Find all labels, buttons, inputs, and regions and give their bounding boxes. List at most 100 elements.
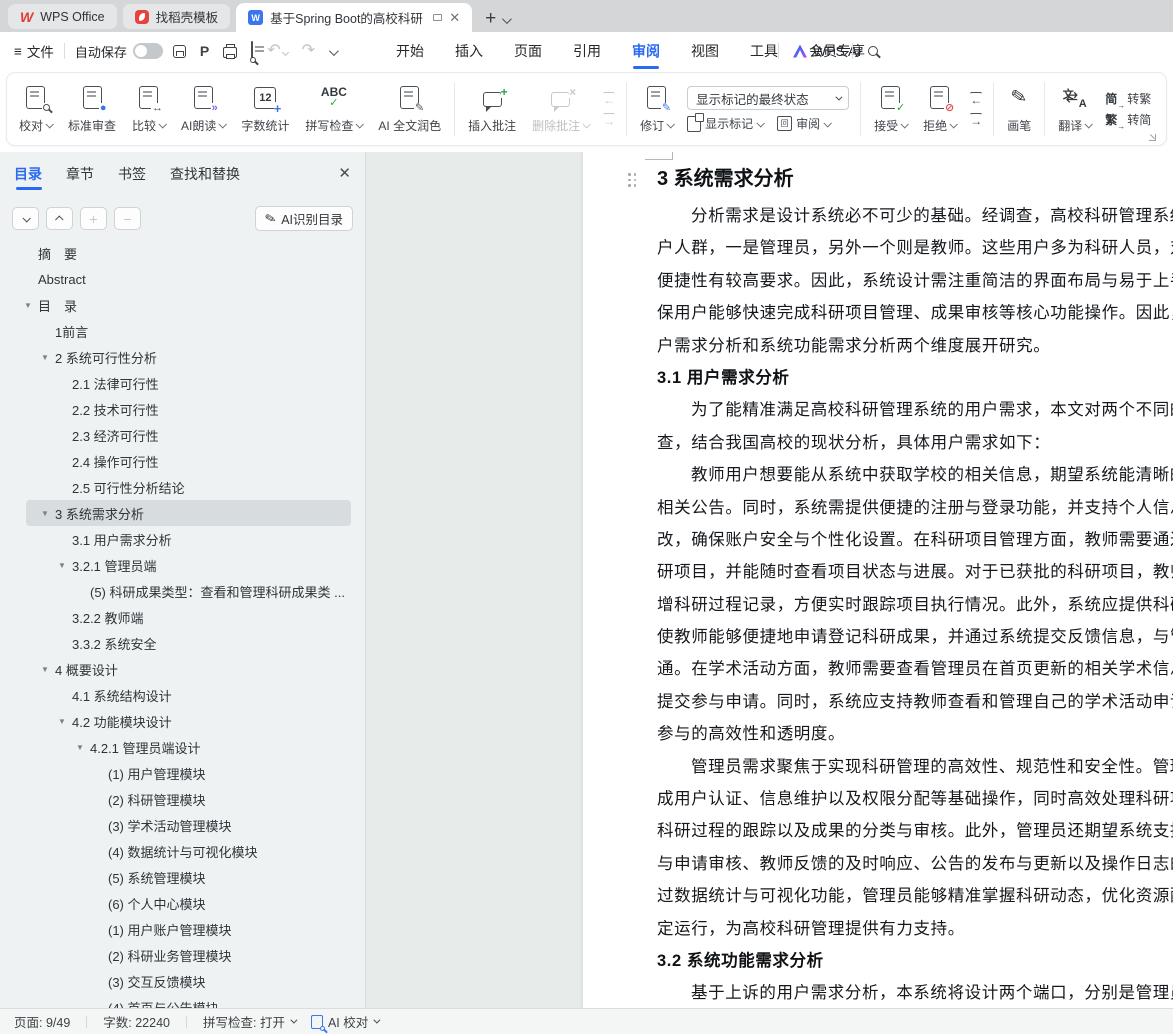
menu-item-6[interactable]: 工具 xyxy=(748,32,780,70)
ai-polish-button[interactable]: ✎ AI 全文润色 xyxy=(370,81,449,138)
window-mode-icon[interactable] xyxy=(433,14,443,21)
document-text-line[interactable]: 为了能精准满足高校科研管理系统的用户需求，本文对两个不同的用 xyxy=(657,394,1173,426)
file-menu-button[interactable]: ≡ 文件 xyxy=(14,41,54,61)
document-text-line[interactable]: 定运行，为高校科研管理提供有力支持。 xyxy=(657,913,1173,945)
sidebar-tab-1[interactable]: 章节 xyxy=(66,164,94,190)
toc-item[interactable]: (5) 系统管理模块 xyxy=(26,864,351,890)
document-page[interactable]: 3 系统需求分析 分析需求是设计系统必不可少的基础。经调查，高校科研管理系统主 户人… xyxy=(583,152,1173,1008)
undo-button[interactable]: ↶ xyxy=(267,42,289,60)
document-text-line[interactable]: 查，结合我国高校的现状分析，具体用户需求如下： xyxy=(657,427,1173,459)
toc-item[interactable]: 2.3 经济可行性 xyxy=(26,422,351,448)
insert-comment-button[interactable]: + 插入批注 xyxy=(460,81,524,138)
sidebar-tab-2[interactable]: 书签 xyxy=(118,164,146,190)
simplified-to-traditional-button[interactable]: 简 转繁 xyxy=(1105,90,1151,110)
toc-item[interactable]: ▼ 目 录 xyxy=(24,292,351,318)
menu-item-4[interactable]: 审阅 xyxy=(630,32,662,70)
menu-item-3[interactable]: 引用 xyxy=(571,32,603,70)
caret-down-icon[interactable]: ▼ xyxy=(24,301,32,310)
reject-change-button[interactable]: ⊘ 拒绝 xyxy=(915,81,964,138)
ai-recognize-toc-button[interactable]: ✎ AI识别目录 xyxy=(255,206,353,231)
toc-item[interactable]: ▼ 3.2.1 管理员端 xyxy=(26,552,351,578)
proofread-button[interactable]: 校对 xyxy=(11,81,60,138)
toc-item[interactable]: ▼ 4.2.1 管理员端设计 xyxy=(26,734,351,760)
ink-brush-button[interactable]: ✎ 画笔 xyxy=(999,81,1039,138)
page-indicator[interactable]: 页面: 9/49 xyxy=(14,1012,70,1031)
document-text-line[interactable]: 过数据统计与可视化功能，管理员能够精准掌握科研动态，优化资源配置 xyxy=(657,880,1173,912)
toc-item[interactable]: 3.3.2 系统安全 xyxy=(26,630,351,656)
document-text-line[interactable]: 分析需求是设计系统必不可少的基础。经调查，高校科研管理系统主 xyxy=(657,200,1173,232)
caret-down-icon[interactable]: ▼ xyxy=(58,717,66,726)
spell-check-indicator[interactable]: 拼写检查: 打开 xyxy=(203,1012,298,1031)
track-changes-button[interactable]: ✎ 修订 xyxy=(632,81,681,138)
caret-down-icon[interactable]: ▼ xyxy=(58,561,66,570)
document-text-line[interactable]: 研项目，并能随时查看项目状态与进展。对于已获批的科研项目，教师期 xyxy=(657,556,1173,588)
toc-item[interactable]: (2) 科研业务管理模块 xyxy=(26,942,351,968)
toc-item[interactable]: (4) 首页与公告模块 xyxy=(26,994,351,1009)
toc-item[interactable]: 2.1 法律可行性 xyxy=(26,370,351,396)
menu-item-2[interactable]: 页面 xyxy=(512,32,544,70)
previous-change-icon[interactable]: ← xyxy=(970,91,983,106)
document-heading[interactable]: 3.2 系统功能需求分析 xyxy=(657,945,1173,977)
document-heading[interactable]: 3 系统需求分析 xyxy=(657,162,1173,200)
tab-list-chevron-icon[interactable] xyxy=(502,14,513,25)
spell-check-button[interactable]: ABC ✓ 拼写检查 xyxy=(297,81,370,138)
translate-button[interactable]: 文A 翻译 xyxy=(1050,81,1099,138)
sidebar-tab-0[interactable]: 目录 xyxy=(14,164,42,190)
show-markup-button[interactable]: 显示标记 xyxy=(687,112,763,132)
tab-wps-office[interactable]: W WPS Office xyxy=(8,4,117,29)
toc-item[interactable]: ▼ 3 系统需求分析 xyxy=(26,500,351,526)
document-text-line[interactable]: 成用户认证、信息维护以及权限分配等基础操作，同时高效处理科研项目 xyxy=(657,783,1173,815)
next-comment-icon[interactable]: → xyxy=(603,112,616,127)
toc-item[interactable]: 2.5 可行性分析结论 xyxy=(26,474,351,500)
document-text-line[interactable]: 通。在学术活动方面，教师需要查看管理员在首页更新的相关学术信息， xyxy=(657,653,1173,685)
document-text-line[interactable]: 提交参与申请。同时，系统应支持教师查看和管理自己的学术活动申请情 xyxy=(657,686,1173,718)
tab-active-document[interactable]: W 基于Spring Boot的高校科研 ✕ xyxy=(236,3,473,32)
autosave-control[interactable]: 自动保存 xyxy=(75,42,163,61)
document-text-line[interactable]: 便捷性有较高要求。因此，系统设计需注重简洁的界面布局与易于上手的 xyxy=(657,265,1173,297)
document-text-line[interactable]: 保用户能够快速完成科研项目管理、成果审核等核心功能操作。因此，本 xyxy=(657,297,1173,329)
document-text-line[interactable]: 相关公告。同时，系统需提供便捷的注册与登录功能，并支持个人信息的 xyxy=(657,492,1173,524)
toc-item[interactable]: (3) 学术活动管理模块 xyxy=(26,812,351,838)
toc-item[interactable]: 1前言 xyxy=(26,318,351,344)
document-text-line[interactable]: 户人群，一是管理员，另外一个则是教师。这些用户多为科研人员，对系 xyxy=(657,232,1173,264)
document-text-line[interactable]: 基于上诉的用户需求分析，本系统将设计两个端口，分别是管理员端 xyxy=(657,977,1173,1008)
export-pdf-icon[interactable]: P xyxy=(200,43,209,59)
redo-icon[interactable]: ↷ xyxy=(302,43,315,59)
menu-item-1[interactable]: 插入 xyxy=(453,32,485,70)
document-text-line[interactable]: 管理员需求聚焦于实现科研管理的高效性、规范性和安全性。管理员 xyxy=(657,751,1173,783)
ai-proofread-indicator[interactable]: AI 校对 xyxy=(310,1012,381,1031)
toolbar-chevron-icon[interactable] xyxy=(329,45,339,56)
toc-item[interactable]: (1) 用户账户管理模块 xyxy=(26,916,351,942)
print-preview-icon[interactable] xyxy=(250,41,257,63)
toc-item[interactable]: Abstract xyxy=(26,266,351,292)
traditional-to-simplified-button[interactable]: 繁 转简 xyxy=(1105,111,1151,131)
chevron-up-button[interactable] xyxy=(46,207,73,230)
close-sidebar-icon[interactable]: ✕ xyxy=(338,166,351,181)
document-text-line[interactable]: 与申请审核、教师反馈的及时响应、公告的发布与更新以及操作日志的记 xyxy=(657,848,1173,880)
word-count-button[interactable]: 12 + 字数统计 xyxy=(233,81,297,138)
document-text-line[interactable]: 户需求分析和系统功能需求分析两个维度展开研究。 xyxy=(657,330,1173,362)
document-text-line[interactable]: 增科研过程记录，方便实时跟踪项目执行情况。此外，系统应提供科研成 xyxy=(657,589,1173,621)
caret-down-icon[interactable]: ▼ xyxy=(41,353,49,362)
toc-item[interactable]: (3) 交互反馈模块 xyxy=(26,968,351,994)
ribbon-expand-icon[interactable] xyxy=(1149,134,1156,141)
menu-item-5[interactable]: 视图 xyxy=(689,32,721,70)
minus-button[interactable]: − xyxy=(114,207,141,230)
document-text-line[interactable]: 教师用户想要能从系统中获取学校的相关信息，期望系统能清晰的展 xyxy=(657,459,1173,491)
toc-item[interactable]: (1) 用户管理模块 xyxy=(26,760,351,786)
markup-state-select[interactable]: 显示标记的最终状态 xyxy=(687,86,850,110)
paragraph-drag-handle-icon[interactable] xyxy=(628,173,638,189)
standard-review-button[interactable]: ● 标准审查 xyxy=(60,81,124,138)
autosave-toggle[interactable] xyxy=(132,43,163,59)
close-tab-icon[interactable]: ✕ xyxy=(449,11,460,24)
menu-item-0[interactable]: 开始 xyxy=(394,32,426,70)
accept-change-button[interactable]: ✓ 接受 xyxy=(866,81,915,138)
document-text-line[interactable]: 使教师能够便捷地申请登记科研成果，并通过系统提交反馈信息，与管理 xyxy=(657,621,1173,653)
tab-docer-templates[interactable]: 找稻壳模板 xyxy=(122,4,231,29)
chevron-down-button[interactable] xyxy=(12,207,39,230)
toc-item[interactable]: (6) 个人中心模块 xyxy=(26,890,351,916)
toc-item[interactable]: (4) 数据统计与可视化模块 xyxy=(26,838,351,864)
document-text-line[interactable]: 参与的高效性和透明度。 xyxy=(657,718,1173,750)
toc-item[interactable]: (2) 科研管理模块 xyxy=(26,786,351,812)
toc-item[interactable]: 4.1 系统结构设计 xyxy=(26,682,351,708)
